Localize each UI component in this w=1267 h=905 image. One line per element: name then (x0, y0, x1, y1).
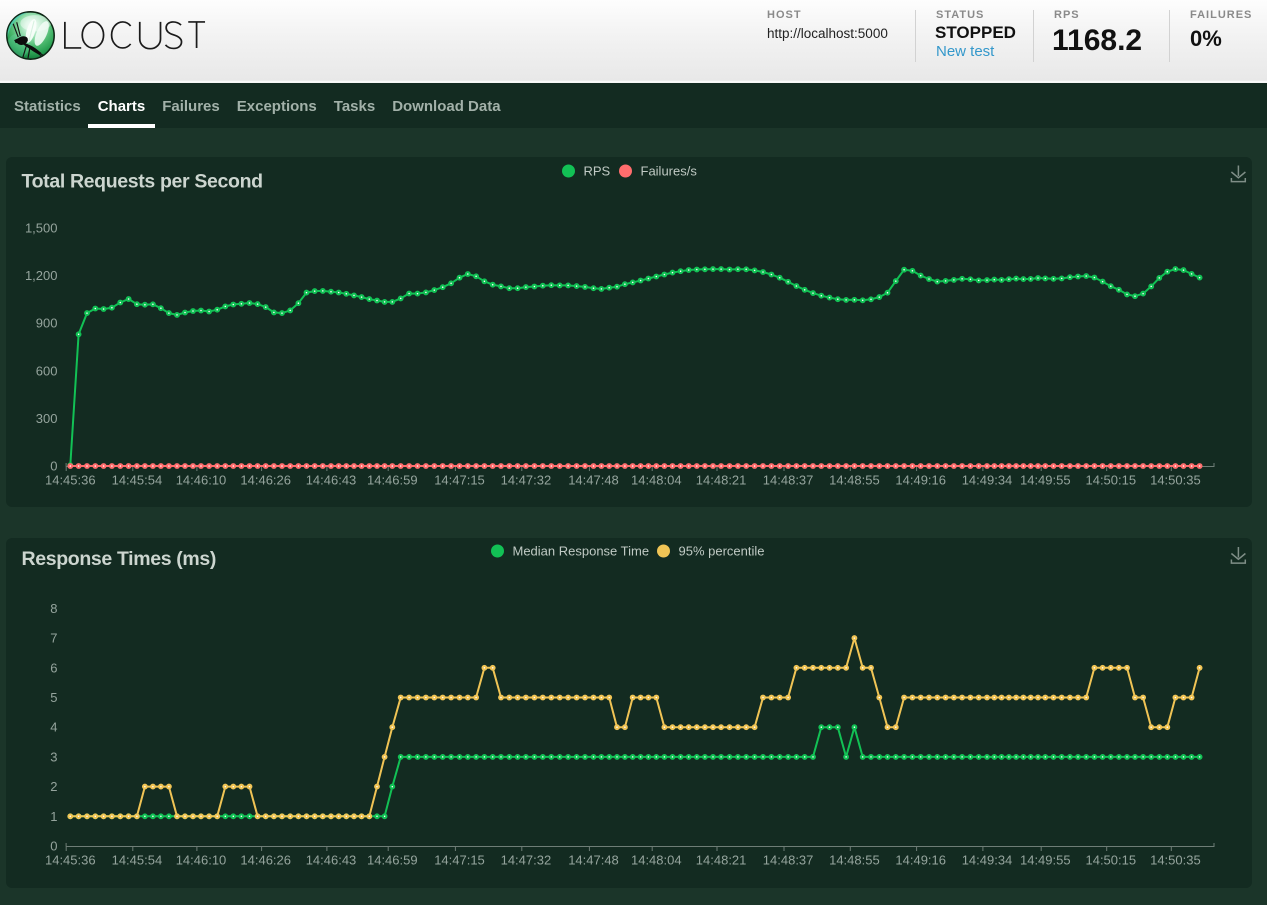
svg-text:14:48:55: 14:48:55 (829, 853, 880, 868)
svg-text:14:50:15: 14:50:15 (1085, 473, 1136, 488)
svg-text:14:48:37: 14:48:37 (762, 853, 813, 868)
svg-text:14:49:34: 14:49:34 (961, 853, 1012, 868)
svg-text:14:47:32: 14:47:32 (500, 853, 551, 868)
svg-text:3: 3 (50, 749, 57, 764)
svg-text:Failures/s: Failures/s (640, 164, 697, 179)
svg-text:14:47:15: 14:47:15 (434, 473, 485, 488)
svg-text:14:45:36: 14:45:36 (44, 473, 95, 488)
svg-text:95% percentile: 95% percentile (678, 544, 764, 559)
svg-text:14:45:36: 14:45:36 (44, 853, 95, 868)
svg-text:14:49:55: 14:49:55 (1019, 473, 1070, 488)
svg-text:2: 2 (50, 779, 57, 794)
svg-text:14:46:10: 14:46:10 (175, 473, 226, 488)
svg-text:14:46:59: 14:46:59 (366, 473, 417, 488)
svg-text:1,200: 1,200 (24, 268, 57, 283)
svg-text:14:49:16: 14:49:16 (895, 473, 946, 488)
svg-text:4: 4 (50, 720, 57, 735)
svg-text:14:46:10: 14:46:10 (175, 853, 226, 868)
svg-text:6: 6 (50, 660, 57, 675)
svg-text:14:47:32: 14:47:32 (500, 473, 551, 488)
svg-text:14:48:21: 14:48:21 (695, 473, 746, 488)
svg-text:14:46:26: 14:46:26 (240, 473, 291, 488)
svg-text:14:47:15: 14:47:15 (434, 853, 485, 868)
svg-text:0: 0 (50, 459, 57, 474)
svg-text:14:50:35: 14:50:35 (1150, 473, 1201, 488)
svg-text:8: 8 (50, 601, 57, 616)
svg-text:14:48:04: 14:48:04 (630, 853, 681, 868)
svg-text:14:46:43: 14:46:43 (305, 853, 356, 868)
svg-text:14:46:26: 14:46:26 (240, 853, 291, 868)
svg-text:14:50:15: 14:50:15 (1085, 853, 1136, 868)
svg-text:14:49:55: 14:49:55 (1019, 853, 1070, 868)
svg-text:14:48:37: 14:48:37 (762, 473, 813, 488)
svg-text:14:45:54: 14:45:54 (111, 853, 162, 868)
svg-text:Total Requests per Second: Total Requests per Second (21, 171, 262, 193)
svg-text:Response Times (ms): Response Times (ms) (21, 548, 216, 570)
svg-text:14:49:16: 14:49:16 (895, 853, 946, 868)
svg-text:14:45:54: 14:45:54 (111, 473, 162, 488)
svg-text:5: 5 (50, 690, 57, 705)
svg-text:14:49:34: 14:49:34 (961, 473, 1012, 488)
svg-text:RPS: RPS (583, 164, 610, 179)
svg-text:14:48:55: 14:48:55 (829, 473, 880, 488)
svg-text:300: 300 (35, 411, 57, 426)
svg-text:14:48:21: 14:48:21 (695, 853, 746, 868)
svg-text:1,500: 1,500 (24, 221, 57, 236)
svg-text:Median Response Time: Median Response Time (512, 544, 649, 559)
svg-text:900: 900 (35, 316, 57, 331)
svg-text:14:47:48: 14:47:48 (568, 853, 619, 868)
svg-text:7: 7 (50, 631, 57, 646)
svg-text:14:46:43: 14:46:43 (305, 473, 356, 488)
svg-text:14:50:35: 14:50:35 (1150, 853, 1201, 868)
svg-text:14:46:59: 14:46:59 (366, 853, 417, 868)
svg-text:14:48:04: 14:48:04 (630, 473, 681, 488)
svg-text:1: 1 (50, 809, 57, 824)
svg-text:0: 0 (50, 839, 57, 854)
svg-text:14:47:48: 14:47:48 (568, 473, 619, 488)
svg-text:600: 600 (35, 363, 57, 378)
